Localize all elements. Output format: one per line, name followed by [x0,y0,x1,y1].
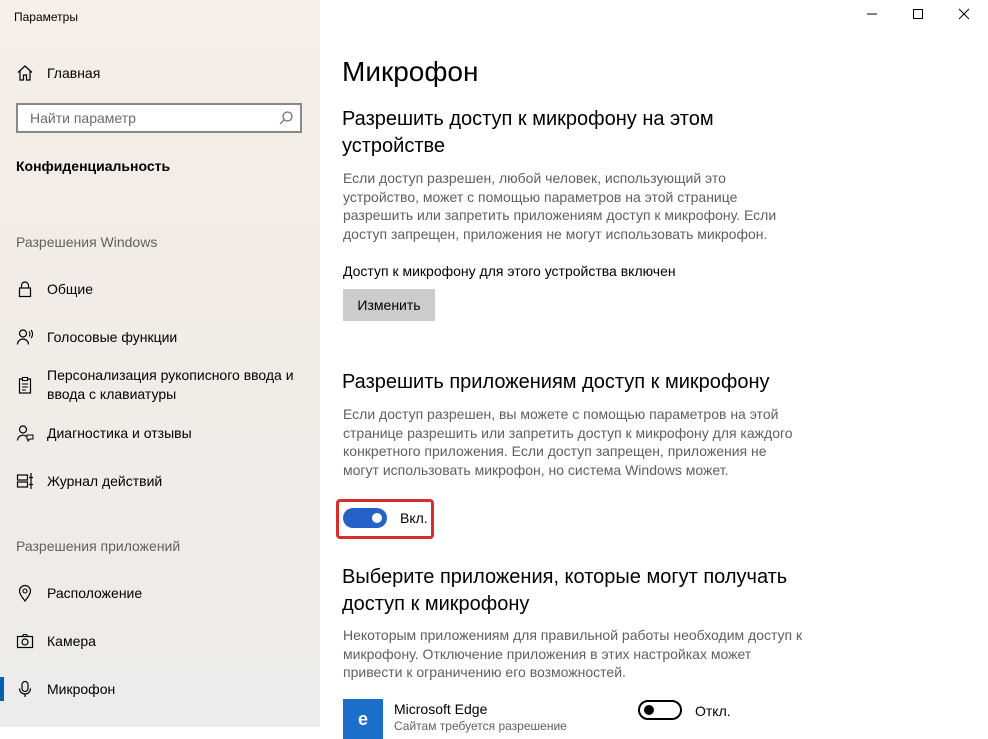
sidebar-item-activity-history[interactable]: Журнал действий [0,463,320,499]
sidebar-item-label: Общие [47,280,94,297]
edge-icon: e [343,699,383,739]
sidebar-item-home[interactable]: Главная [0,55,320,91]
edge-toggle-label: Откл. [695,703,731,719]
sidebar-item-label: Расположение [47,584,143,601]
app-access-description: Если доступ разрешен, вы можете с помощь… [343,406,793,478]
page-title: Микрофон [342,56,479,87]
lock-icon [16,280,34,298]
edge-toggle[interactable] [638,700,682,720]
sidebar-item-inking[interactable]: Персонализация рукописного ввода и ввода… [0,363,320,407]
category-title: Конфиденциальность [16,158,171,174]
speech-icon [16,328,34,346]
sidebar-item-label: Микрофон [47,680,116,697]
device-access-heading: Разрешить доступ к микрофону на этом уст… [342,108,714,157]
sidebar-item-general[interactable]: Общие [0,271,320,307]
camera-icon [16,632,34,650]
search-icon[interactable] [278,110,294,126]
search-input[interactable] [28,109,272,127]
svg-text:e: e [358,709,368,729]
sidebar-item-camera[interactable]: Камера [0,623,320,659]
app-access-heading: Разрешить приложениям доступ к микрофону [342,371,770,393]
sidebar-item-label: Главная [47,64,101,81]
app-name: Microsoft Edge [394,701,488,717]
window-title: Параметры [14,10,78,24]
microphone-icon [16,680,34,698]
app-access-toggle[interactable] [343,508,387,528]
toggle-knob [644,705,654,715]
feedback-icon [16,424,34,442]
sidebar-item-microphone[interactable]: Микрофон [0,671,320,707]
timeline-icon [16,472,34,490]
location-icon [16,584,34,602]
main-content: Микрофон Разрешить доступ к микрофону на… [320,0,988,739]
choose-apps-heading: Выберите приложения, которые могут получ… [342,566,788,615]
sidebar-item-label: Персонализация рукописного ввода и ввода… [47,367,294,402]
search-field[interactable] [16,103,302,133]
section-label-windows: Разрешения Windows [16,234,158,250]
change-button[interactable]: Изменить [343,289,435,321]
app-access-toggle-label: Вкл. [400,510,428,526]
active-indicator [0,677,4,701]
sidebar-item-label: Журнал действий [47,472,163,489]
sidebar-item-label: Камера [47,632,96,649]
app-subtitle: Сайтам требуется разрешение [394,719,567,733]
sidebar-item-label: Диагностика и отзывы [47,424,192,441]
sidebar-item-diagnostics[interactable]: Диагностика и отзывы [0,415,320,451]
sidebar-item-speech[interactable]: Голосовые функции [0,319,320,355]
sidebar-item-location[interactable]: Расположение [0,575,320,611]
section-label-apps: Разрешения приложений [16,538,181,554]
sidebar-item-label: Голосовые функции [47,328,178,345]
sidebar: Параметры Главная Конфиденциальность Раз… [0,0,320,727]
home-icon [16,64,34,82]
choose-apps-description: Некоторым приложениям для правильной раб… [343,627,803,680]
device-access-description: Если доступ разрешен, любой человек, исп… [343,170,777,242]
clipboard-icon [16,376,34,394]
toggle-knob [372,513,382,523]
device-access-status: Доступ к микрофону для этого устройства … [343,263,676,279]
